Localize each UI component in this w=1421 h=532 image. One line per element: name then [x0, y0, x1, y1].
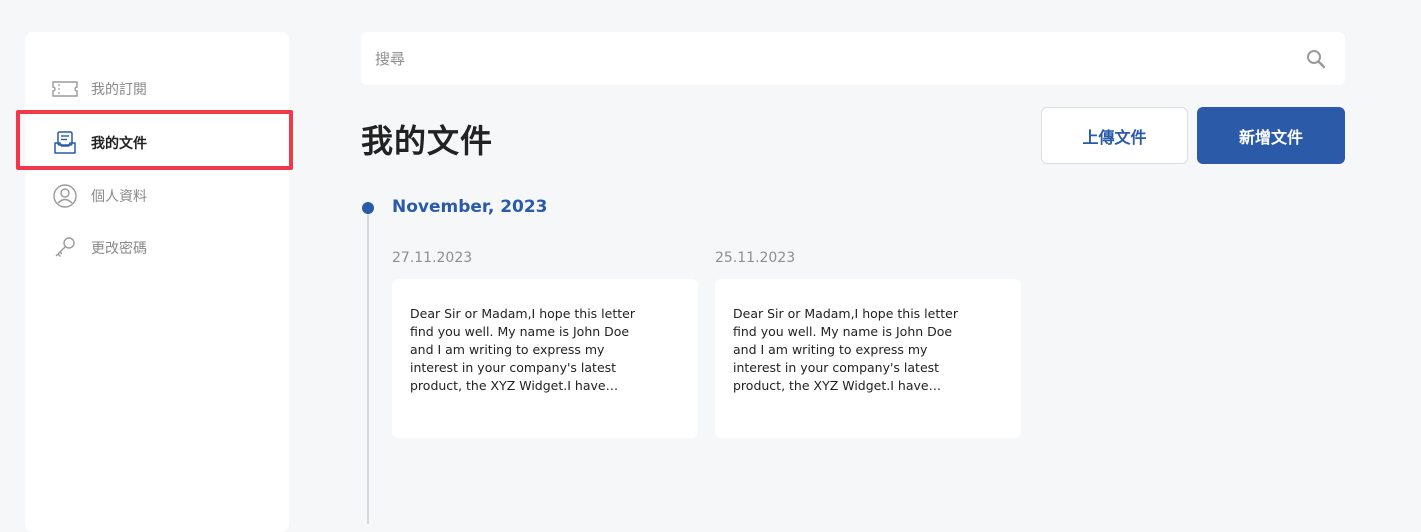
document-card[interactable]: Dear Sir or Madam,I hope this letter fin…: [715, 279, 1021, 438]
ticket-icon: [51, 76, 79, 102]
sidebar-item-label: 更改密碼: [91, 241, 147, 257]
user-circle-icon: [51, 183, 79, 209]
document-date: 27.11.2023: [392, 250, 473, 266]
new-document-button[interactable]: 新增文件: [1197, 107, 1345, 164]
sidebar-item-documents[interactable]: 我的文件: [25, 120, 289, 166]
page-title: 我的文件: [361, 122, 494, 160]
sidebar-item-label: 個人資料: [91, 189, 147, 205]
search-bar: [361, 32, 1345, 85]
document-excerpt: Dear Sir or Madam,I hope this letter fin…: [733, 306, 958, 393]
sidebar: 我的訂閱 我的文件 個人資料 更改密碼: [25, 32, 289, 532]
timeline-dot: [362, 202, 374, 214]
key-icon: [51, 235, 79, 261]
sidebar-item-profile[interactable]: 個人資料: [25, 173, 289, 219]
timeline-month-label: November, 2023: [392, 197, 548, 217]
sidebar-item-change-password[interactable]: 更改密碼: [25, 225, 289, 271]
sidebar-item-subscriptions[interactable]: 我的訂閱: [25, 66, 289, 112]
search-icon[interactable]: [1305, 48, 1327, 70]
document-tray-icon: [51, 130, 79, 156]
sidebar-item-label: 我的訂閱: [91, 82, 147, 98]
timeline-line: [367, 214, 369, 524]
document-date: 25.11.2023: [715, 250, 796, 266]
search-input[interactable]: [361, 49, 1305, 68]
document-card[interactable]: Dear Sir or Madam,I hope this letter fin…: [392, 279, 698, 438]
sidebar-item-label: 我的文件: [91, 136, 147, 152]
upload-document-button[interactable]: 上傳文件: [1041, 107, 1188, 164]
document-excerpt: Dear Sir or Madam,I hope this letter fin…: [410, 306, 635, 393]
